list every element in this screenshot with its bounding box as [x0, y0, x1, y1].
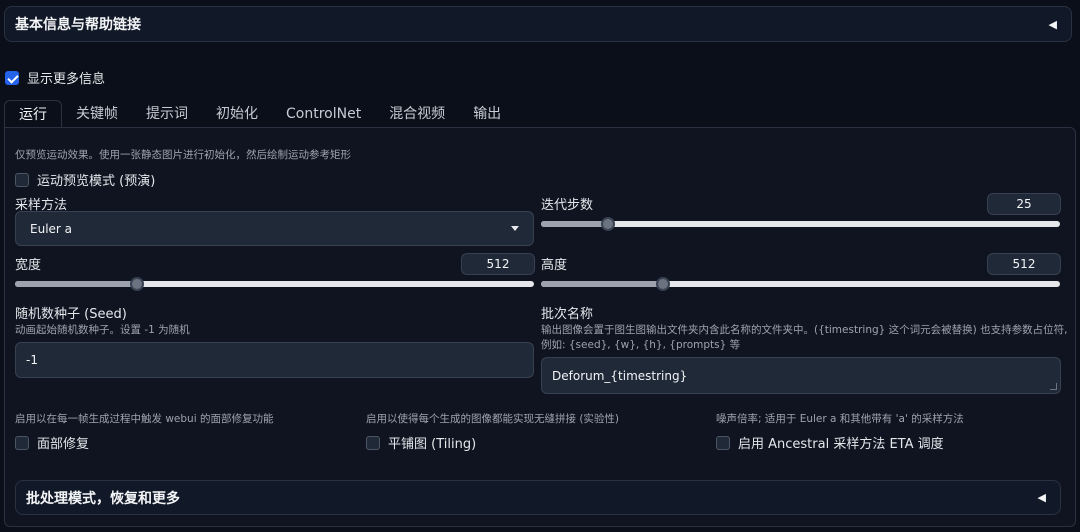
height-slider-thumb[interactable] — [655, 277, 670, 291]
sampler-dropdown[interactable]: Euler a — [15, 211, 534, 246]
tab-keyframes[interactable]: 关键帧 — [62, 100, 132, 128]
tab-init[interactable]: 初始化 — [202, 100, 272, 128]
tab-bar: 运行 关键帧 提示词 初始化 ControlNet 混合视频 输出 — [4, 100, 515, 128]
seed-input[interactable]: -1 — [15, 342, 534, 378]
tiling-checkbox[interactable] — [366, 435, 380, 450]
eta-label: 启用 Ancestral 采样方法 ETA 调度 — [738, 437, 944, 452]
chevron-down-icon — [511, 226, 519, 231]
collapse-triangle-icon[interactable]: ◀ — [1038, 491, 1046, 504]
motion-preview-checkbox[interactable] — [15, 172, 29, 187]
tab-controlnet[interactable]: ControlNet — [272, 100, 375, 128]
basic-info-title: 基本信息与帮助链接 — [15, 17, 141, 33]
height-slider-fill — [541, 281, 663, 287]
steps-slider-fill — [541, 221, 609, 227]
sampler-value: Euler a — [30, 221, 73, 236]
collapse-triangle-icon[interactable]: ◀ — [1049, 18, 1057, 31]
tab-hybrid-video[interactable]: 混合视频 — [375, 100, 459, 128]
restore-faces-hint: 启用以在每一帧生成过程中触发 webui 的面部修复功能 — [15, 413, 274, 425]
height-label: 高度 — [541, 258, 568, 273]
height-slider[interactable] — [541, 277, 1060, 291]
width-slider[interactable] — [15, 277, 534, 291]
eta-hint: 噪声倍率; 适用于 Euler a 和其他带有 'a' 的采样方法 — [716, 413, 964, 425]
batch-name-label: 批次名称 — [541, 307, 594, 322]
batch-name-input[interactable]: Deforum_{timestring} — [541, 357, 1061, 394]
eta-checkbox[interactable] — [716, 435, 730, 450]
motion-preview-row[interactable]: 运动预览模式 (预演) — [15, 170, 155, 189]
show-more-info-label: 显示更多信息 — [27, 72, 106, 87]
tab-prompts[interactable]: 提示词 — [132, 100, 202, 128]
batch-mode-title: 批处理模式，恢复和更多 — [26, 490, 180, 507]
tiling-row[interactable]: 平铺图 (Tiling) — [366, 433, 476, 452]
steps-slider[interactable] — [541, 217, 1060, 231]
motion-preview-label: 运动预览模式 (预演) — [37, 174, 156, 189]
restore-faces-label: 面部修复 — [37, 437, 90, 452]
batch-mode-accordion[interactable]: 批处理模式，恢复和更多 ◀ — [15, 480, 1061, 515]
tiling-hint: 启用以使得每个生成的图像都能实现无缝拼接 (实验性) — [366, 413, 620, 425]
seed-label: 随机数种子 (Seed) — [15, 307, 127, 322]
seed-hint: 动画起始随机数种子。设置 -1 为随机 — [15, 324, 190, 336]
width-slider-thumb[interactable] — [129, 277, 144, 291]
batch-name-hint-line1: 输出图像会置于图生图输出文件夹内含此名称的文件夹中。({timestring} … — [541, 324, 1068, 336]
restore-faces-row[interactable]: 面部修复 — [15, 433, 89, 452]
batch-name-hint-line2: 例如: {seed}, {w}, {h}, {prompts} 等 — [541, 339, 741, 351]
tab-output[interactable]: 输出 — [459, 100, 515, 128]
tab-run[interactable]: 运行 — [4, 100, 62, 128]
eta-row[interactable]: 启用 Ancestral 采样方法 ETA 调度 — [716, 433, 944, 452]
basic-info-accordion[interactable]: 基本信息与帮助链接 ◀ — [4, 6, 1072, 42]
motion-preview-hint: 仅预览运动效果。使用一张静态图片进行初始化，然后绘制运动参考矩形 — [15, 149, 351, 161]
show-more-info-row[interactable]: 显示更多信息 — [5, 68, 105, 87]
resize-handle-icon[interactable] — [1050, 383, 1057, 390]
steps-label: 迭代步数 — [541, 198, 594, 213]
batch-name-value: Deforum_{timestring} — [552, 368, 688, 383]
height-number-input[interactable]: 512 — [987, 253, 1061, 275]
width-slider-fill — [15, 281, 137, 287]
width-label: 宽度 — [15, 258, 42, 273]
tiling-label: 平铺图 (Tiling) — [388, 437, 477, 452]
steps-number-input[interactable]: 25 — [987, 193, 1061, 215]
show-more-info-checkbox[interactable] — [5, 70, 19, 85]
width-number-input[interactable]: 512 — [461, 253, 535, 275]
restore-faces-checkbox[interactable] — [15, 435, 29, 450]
